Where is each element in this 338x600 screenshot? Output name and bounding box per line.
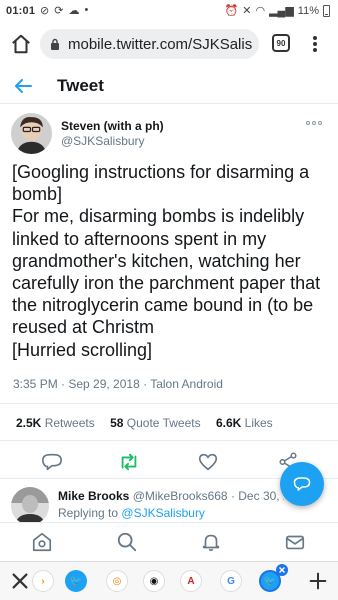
quotes-label: Quote Tweets: [126, 416, 201, 430]
messages-nav-icon[interactable]: [284, 531, 306, 553]
browser-toolbar: mobile.twitter.com/SJKSalis 90: [0, 24, 338, 64]
quotes-count: 58: [110, 416, 124, 430]
reply-header[interactable]: Mike Brooks @MikeBrooks668 · Dec 30, 20: [58, 489, 284, 503]
tweet-text: [Googling instructions for disarming a b…: [12, 161, 332, 361]
tweet-line: bomb]: [12, 184, 63, 205]
search-nav-icon[interactable]: [116, 531, 138, 553]
tweet-line: [Hurried scrolling]: [12, 339, 153, 360]
address-bar[interactable]: mobile.twitter.com/SJKSalis: [40, 29, 259, 59]
likes-label: Likes: [244, 416, 273, 430]
dnd-icon: ⊘: [40, 5, 50, 17]
lock-icon: [51, 38, 59, 50]
sync-icon: ⟳: [54, 5, 64, 17]
edge-shortcut-bar: › 🐦 ◎ ◉ A G 🐦: [0, 561, 338, 600]
tweet-stats: 2.5K Retweets 58 Quote Tweets 6.6K Likes: [16, 416, 273, 430]
replying-to-label: Replying to: [58, 506, 119, 520]
browser-menu-icon[interactable]: [308, 34, 322, 54]
page-title: Tweet: [57, 76, 104, 95]
url-text: mobile.twitter.com/SJKSalis: [68, 35, 253, 53]
tweet-line: linked to afternoons spent in my: [12, 228, 267, 249]
twitter-app-icon[interactable]: 🐦: [65, 570, 87, 592]
home-icon[interactable]: [10, 33, 32, 55]
google-app-icon[interactable]: G: [220, 570, 242, 592]
author-avatar[interactable]: [11, 113, 52, 154]
divider: [0, 403, 338, 404]
status-right: ⏰ ✕ ◠ ▂▄▆ 11%: [225, 4, 330, 17]
tweet-line: [Googling instructions for disarming a: [12, 162, 310, 182]
likes-stat[interactable]: 6.6K Likes: [216, 416, 273, 430]
tweet-line: carefully iron the parchment paper that: [12, 273, 321, 294]
home-nav-icon[interactable]: [31, 531, 53, 553]
retweets-label: Retweets: [44, 416, 95, 430]
cloud-icon: ☁: [68, 5, 80, 17]
tweet-line: For me, disarming bombs is indelibly: [12, 206, 305, 227]
app-shortcut-icon[interactable]: ›: [32, 570, 54, 592]
tweet-line: the nitroglycerin came bound in (to be: [12, 295, 314, 316]
likes-count: 6.6K: [215, 416, 242, 430]
reply-avatar[interactable]: [11, 487, 49, 525]
tweet-header: Tweet: [0, 68, 338, 104]
replying-to-link[interactable]: @SJKSalisbury: [121, 506, 205, 520]
author-name[interactable]: Steven (with a ph): [61, 119, 164, 133]
tweet-timestamp[interactable]: 3:35 PM · Sep 29, 2018 · Talon Android: [13, 377, 223, 391]
like-icon[interactable]: [197, 451, 219, 473]
notifications-nav-icon[interactable]: [200, 531, 222, 553]
signal-icon: ▂▄▆: [269, 5, 294, 17]
tweet-line: reused at Christm: [12, 317, 155, 338]
dot-icon: •: [84, 4, 89, 16]
compose-button[interactable]: [280, 462, 324, 506]
reply-author-name: Mike Brooks: [58, 489, 130, 503]
tweet-line: grandmother's kitchen, watching her: [12, 250, 301, 271]
chrome-app-icon[interactable]: ◉: [143, 570, 165, 592]
mute-icon: ✕: [242, 5, 252, 17]
status-bar: 01:01 ⊘ ⟳ ☁ • ⏰ ✕ ◠ ▂▄▆ 11%: [0, 0, 338, 24]
retweets-count: 2.5K: [16, 416, 42, 430]
retweet-icon[interactable]: [118, 451, 140, 473]
more-options-icon[interactable]: [306, 121, 322, 125]
status-time: 01:01: [6, 5, 36, 17]
battery-percent: 11%: [297, 4, 319, 17]
compose-icon: [293, 477, 311, 491]
reply-author-handle: @MikeBrooks668: [132, 489, 228, 503]
a-app-icon[interactable]: A: [180, 570, 202, 592]
notification-icons: ⊘ ⟳ ☁ •: [40, 4, 88, 17]
divider: [0, 440, 338, 441]
author-handle[interactable]: @SJKSalisbury: [61, 134, 145, 148]
remove-badge-icon[interactable]: [276, 564, 288, 576]
quotes-stat[interactable]: 58 Quote Tweets: [110, 416, 201, 430]
back-arrow-icon[interactable]: [14, 78, 32, 94]
alarm-icon: ⏰: [224, 5, 239, 17]
close-icon[interactable]: [9, 570, 31, 592]
reply-date: · Dec 30, 20: [230, 489, 284, 503]
retweets-stat[interactable]: 2.5K Retweets: [16, 416, 95, 430]
bottom-navigation: [0, 522, 338, 560]
add-icon[interactable]: [307, 570, 329, 592]
reply-icon[interactable]: [41, 451, 63, 473]
tab-switcher-button[interactable]: 90: [272, 34, 290, 52]
browser-app-icon[interactable]: ◎: [106, 570, 128, 592]
replying-to: Replying to @SJKSalisbury: [58, 506, 205, 520]
wifi-icon: ◠: [255, 5, 266, 17]
battery-icon: [323, 4, 330, 17]
